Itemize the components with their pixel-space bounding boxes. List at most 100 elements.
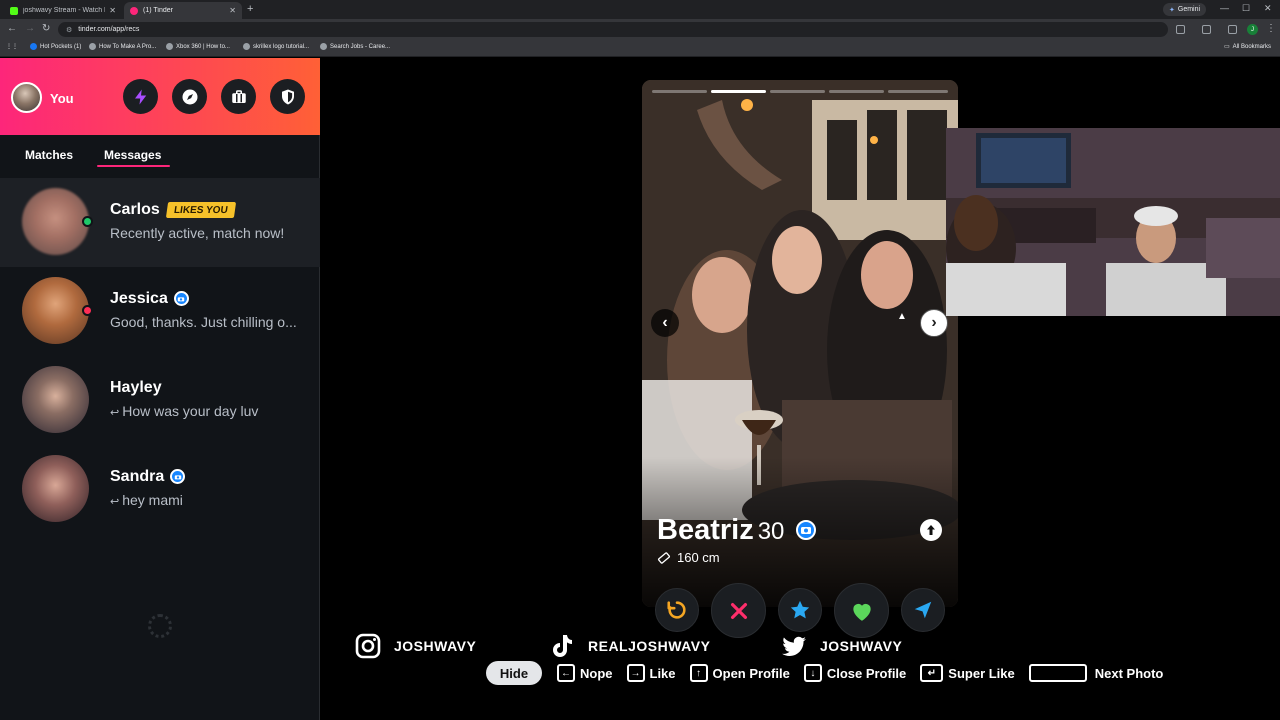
previous-photo-button[interactable]: ‹: [651, 309, 679, 337]
browser-tabstrip: joshwavy Stream - Watch Live o ✕ (1) Tin…: [0, 0, 1280, 19]
verified-icon: [170, 469, 186, 485]
chevron-right-icon: ›: [931, 314, 937, 331]
back-icon[interactable]: ←: [7, 23, 17, 34]
bookmark-label: skrillex logo tutorial...: [253, 43, 310, 50]
minimize-icon[interactable]: —: [1220, 3, 1229, 13]
message-name: Hayley: [110, 379, 162, 396]
hide-hints-button[interactable]: Hide: [486, 661, 542, 685]
tinder-sidebar: You Matches Messages Carlos LIKES YOU Re…: [0, 58, 320, 720]
new-tab-button[interactable]: +: [247, 3, 253, 15]
boost-button[interactable]: [901, 588, 945, 632]
globe-icon: [320, 43, 327, 50]
photo-progress-1: [652, 90, 707, 93]
tiktok-handle: REALJOSHWAVY: [588, 638, 711, 654]
reply-arrow-icon: ↩: [110, 496, 120, 508]
bookmark-label: Hot Pockets (1): [40, 43, 82, 50]
webcam-feed: [946, 128, 1280, 316]
browser-tab-tinder[interactable]: (1) Tinder ✕: [124, 2, 242, 19]
forward-icon[interactable]: →: [25, 23, 35, 34]
you-avatar[interactable]: [11, 82, 42, 113]
message-preview: How was your day luv: [122, 403, 259, 419]
star-icon: [790, 600, 810, 619]
safety-header-button[interactable]: [270, 79, 305, 114]
work-header-button[interactable]: [221, 79, 256, 114]
tab-messages[interactable]: Messages: [104, 148, 161, 162]
close-tab-icon[interactable]: ✕: [109, 6, 116, 15]
like-button[interactable]: [834, 583, 889, 638]
explore-header-button[interactable]: [172, 79, 207, 114]
hint-super-like: ↵ Super Like: [920, 664, 1015, 682]
social-tiktok: REALJOSHWAVY: [548, 632, 710, 660]
apps-icon[interactable]: ⋮⋮: [6, 43, 18, 50]
gemini-button[interactable]: ✦ Gemini: [1163, 3, 1207, 16]
site-info-icon[interactable]: ⚙: [66, 26, 72, 34]
hint-label: Nope: [580, 665, 613, 681]
cast-icon[interactable]: [1228, 25, 1237, 34]
address-bar[interactable]: ⚙ tinder.com/app/recs: [58, 22, 1168, 37]
heart-icon: [852, 603, 871, 621]
open-profile-button[interactable]: [920, 519, 942, 541]
folder-icon: ▭: [1224, 44, 1230, 50]
profile-name-line: Beatriz 30: [657, 514, 784, 547]
space-key-icon: [1028, 664, 1087, 682]
gemini-label: Gemini: [1177, 6, 1201, 13]
maximize-icon[interactable]: ☐: [1242, 3, 1250, 14]
ruler-icon: [657, 551, 671, 564]
height-value: 160 cm: [677, 550, 720, 565]
avatar: [22, 455, 89, 522]
profile-avatar[interactable]: J: [1247, 24, 1258, 35]
hint-nope: ← Nope: [557, 664, 613, 682]
message-name: Carlos: [110, 201, 160, 218]
hint-label: Like: [649, 665, 676, 681]
facebook-icon: [30, 43, 37, 50]
boost-header-button[interactable]: [123, 79, 158, 114]
hint-like: → Like: [626, 664, 676, 682]
twitter-handle: JOSHWAVY: [820, 638, 903, 654]
rewind-button[interactable]: [655, 588, 699, 632]
message-row-jessica[interactable]: Jessica Good, thanks. Just chilling o...: [0, 267, 320, 356]
url-text: tinder.com/app/recs: [78, 26, 140, 33]
verified-icon: [796, 520, 816, 540]
menu-icon[interactable]: ⋮: [1266, 23, 1276, 34]
reload-icon[interactable]: ↻: [42, 23, 50, 34]
bookmark-label: How To Make A Pro...: [99, 43, 157, 50]
all-bookmarks[interactable]: ▭ All Bookmarks: [1224, 43, 1271, 51]
tab-matches[interactable]: Matches: [25, 148, 73, 162]
active-tab-indicator: [97, 165, 170, 167]
avatar-blurred: [22, 188, 89, 255]
globe-icon: [166, 43, 173, 50]
streamer-webcam-overlay: [946, 128, 1280, 316]
hint-label: Super Like: [948, 665, 1015, 681]
keyboard-hints-bar: Hide ← Nope → Like ↑ Open Profile ↓ Close Pr…: [486, 661, 1177, 685]
message-preview-wrap: ↩ hey mami: [110, 492, 183, 508]
next-photo-button[interactable]: ›: [920, 309, 948, 337]
sidepanel-icon[interactable]: [1202, 25, 1211, 34]
briefcase-icon: [231, 89, 246, 103]
you-label[interactable]: You: [50, 91, 74, 106]
message-row-sandra[interactable]: Sandra ↩ hey mami: [0, 445, 320, 534]
bookmark-item[interactable]: Search Jobs - Caree...: [320, 43, 390, 50]
bookmark-item[interactable]: Hot Pockets (1): [30, 43, 81, 50]
send-icon: [914, 601, 932, 619]
photo-progress-3: [770, 90, 825, 93]
unread-status-dot: [82, 305, 93, 316]
bookmark-item[interactable]: skrillex logo tutorial...: [243, 43, 309, 50]
extensions-icon[interactable]: [1176, 25, 1185, 34]
message-row-carlos[interactable]: Carlos LIKES YOU Recently active, match …: [0, 178, 320, 267]
bookmark-item[interactable]: Xbox 360 | How to...: [166, 43, 230, 50]
bookmark-item[interactable]: How To Make A Pro...: [89, 43, 156, 50]
height-row: 160 cm: [657, 550, 720, 565]
super-like-button[interactable]: [778, 588, 822, 632]
tiktok-icon: [553, 635, 572, 657]
nope-button[interactable]: [711, 583, 766, 638]
hint-label: Close Profile: [826, 665, 907, 681]
gemini-sparkle-icon: ✦: [1169, 6, 1175, 14]
reply-arrow-icon: ↩: [110, 407, 120, 419]
message-row-hayley[interactable]: Hayley ↩ How was your day luv: [0, 356, 320, 445]
chevron-left-icon: ‹: [662, 314, 668, 331]
close-tab-icon[interactable]: ✕: [229, 6, 236, 15]
browser-tab-kick[interactable]: joshwavy Stream - Watch Live o ✕: [4, 2, 122, 19]
close-window-icon[interactable]: ✕: [1264, 3, 1272, 14]
profile-card[interactable]: ‹ › Beatriz 30 160 cm: [642, 80, 958, 607]
browser-toolbar: ← → ↻ ⚙ tinder.com/app/recs J ⋮: [0, 19, 1280, 40]
